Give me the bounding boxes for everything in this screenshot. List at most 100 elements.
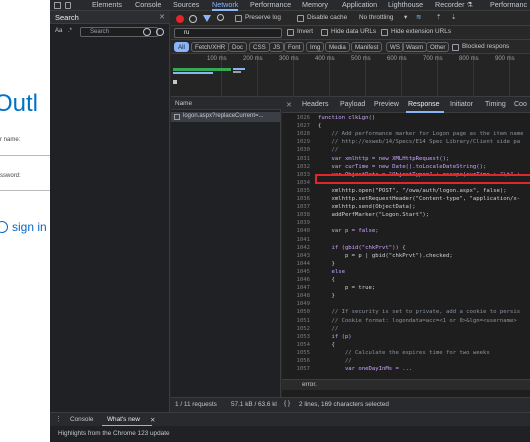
device-toolbar-icon[interactable]	[65, 2, 71, 9]
type-all[interactable]: All	[174, 42, 189, 52]
drawer-tabbar: ⋮ Console What's new ✕	[50, 412, 530, 427]
blocked-responses-label: Blocked respons	[462, 43, 510, 50]
line-number: 1033	[296, 171, 310, 178]
web-page: Outl r name: ssword: sign in	[0, 0, 50, 442]
code-line: //	[318, 325, 339, 332]
upload-icon[interactable]: ⇡	[436, 13, 441, 21]
filter-icon[interactable]	[203, 15, 211, 22]
hide-data-urls-checkbox[interactable]	[321, 29, 328, 36]
type-font[interactable]: Font	[284, 42, 305, 52]
blocked-responses-checkbox[interactable]	[452, 44, 459, 51]
throttling-select[interactable]: No throttling	[359, 14, 393, 21]
braces-icon[interactable]: { }	[284, 400, 290, 407]
tab-timing[interactable]: Timing	[485, 101, 506, 108]
clear-log-icon[interactable]	[189, 15, 197, 23]
close-icon[interactable]: ✕	[159, 13, 165, 21]
preserve-log-checkbox[interactable]	[235, 15, 242, 22]
search-header: Search ✕	[50, 11, 170, 24]
type-other[interactable]: Other	[426, 42, 450, 52]
tab-performance-insights[interactable]: Performanc	[490, 0, 527, 11]
signin-label: sign in	[12, 220, 47, 234]
timeline-bar	[233, 68, 245, 70]
filter-input[interactable]: ru	[174, 28, 282, 38]
type-media[interactable]: Media	[325, 42, 350, 52]
type-doc[interactable]: Doc	[228, 42, 248, 52]
type-img[interactable]: Img	[306, 42, 325, 52]
tab-elements[interactable]: Elements	[92, 0, 122, 11]
tab-payload[interactable]: Payload	[340, 101, 365, 108]
tab-recorder[interactable]: Recorder ⚗	[435, 0, 473, 11]
line-number: 1054	[296, 341, 310, 348]
code-line: p = p | gbid("chkPrvt").checked;	[318, 252, 453, 259]
tab-lighthouse[interactable]: Lighthouse	[388, 0, 423, 11]
code-line: }	[318, 260, 335, 267]
tab-response[interactable]: Response	[408, 101, 440, 108]
code-line: //	[318, 358, 352, 364]
tab-headers[interactable]: Headers	[302, 101, 328, 108]
close-detail-icon[interactable]: ✕	[286, 101, 292, 109]
username-field[interactable]	[0, 155, 50, 156]
search-pane: Search ✕ Aa .* Search	[50, 11, 170, 412]
match-case-toggle[interactable]: Aa	[55, 28, 62, 34]
password-field[interactable]	[0, 190, 50, 191]
code-line: // Cookie format: logondata=acc=<1 or 0>…	[318, 317, 517, 324]
network-toolbar: Preserve log Disable cache No throttling…	[171, 11, 530, 26]
chevron-down-icon[interactable]: ▾	[404, 13, 407, 21]
code-line: }	[318, 293, 335, 300]
line-number: 1035	[296, 187, 310, 194]
line-number: 1050	[296, 309, 310, 316]
signin-button[interactable]: sign in	[0, 220, 47, 234]
type-js[interactable]: JS	[269, 42, 285, 52]
tab-network[interactable]: Network	[212, 0, 239, 11]
tab-cookies[interactable]: Coo	[514, 101, 527, 108]
inspect-icon[interactable]	[54, 2, 61, 9]
request-row[interactable]: logon.aspx?replaceCurrent=...	[171, 112, 281, 122]
code-search-bar: error.	[282, 379, 530, 390]
tab-preview[interactable]: Preview	[374, 101, 399, 108]
search-icon[interactable]	[217, 14, 224, 21]
drawer-tab-whats-new[interactable]: What's new	[107, 416, 140, 423]
type-manifest[interactable]: Manifest	[351, 42, 383, 52]
code-line: xmlhttp.send(ObjectData);	[318, 204, 416, 211]
regex-toggle[interactable]: .*	[68, 28, 72, 34]
line-number: 1029	[296, 139, 310, 146]
type-fetch-xhr[interactable]: Fetch/XHR	[191, 42, 230, 52]
download-icon[interactable]: ⇣	[451, 13, 456, 21]
type-css[interactable]: CSS	[249, 42, 270, 52]
code-line: var p = false;	[318, 228, 379, 235]
wifi-icon[interactable]: ≋	[416, 13, 421, 21]
disable-cache-checkbox[interactable]	[297, 15, 304, 22]
clear-icon[interactable]	[156, 28, 164, 36]
timeline-overview[interactable]: 100 ms 200 ms 300 ms 400 ms 500 ms 600 m…	[171, 54, 530, 97]
line-number: 1031	[296, 155, 310, 162]
tab-console[interactable]: Console	[135, 0, 161, 11]
highlight-box	[315, 174, 530, 184]
response-code[interactable]: 1026 function clkLgn() 1027 {1028 // Add pe…	[282, 113, 530, 379]
tab-memory[interactable]: Memory	[302, 0, 328, 11]
column-name[interactable]: Name	[175, 100, 192, 107]
drawer-menu-icon[interactable]: ⋮	[55, 415, 62, 423]
drawer-tab-console[interactable]: Console	[70, 416, 93, 423]
disable-cache-label: Disable cache	[307, 14, 348, 21]
code-search-value[interactable]: error.	[302, 381, 317, 388]
line-number: 1053	[296, 333, 310, 340]
line-number: 1030	[296, 147, 310, 154]
line-number: 1056	[296, 358, 310, 364]
close-tab-icon[interactable]: ✕	[150, 416, 155, 424]
tab-performance[interactable]: Performance	[250, 0, 291, 11]
timeline-bar	[173, 72, 213, 74]
record-icon[interactable]	[176, 15, 184, 23]
code-line: if (p)	[318, 333, 352, 340]
request-list: Name logon.aspx?replaceCurrent=...	[171, 97, 281, 397]
code-line: var oneDayInMs = ...	[318, 366, 413, 373]
code-line: else	[318, 268, 345, 275]
code-line: {	[318, 123, 322, 130]
search-title: Search	[55, 13, 79, 22]
tab-sources[interactable]: Sources	[173, 0, 199, 11]
type-wasm[interactable]: Wasm	[402, 42, 428, 52]
invert-checkbox[interactable]	[287, 29, 294, 36]
hide-extension-urls-checkbox[interactable]	[381, 29, 388, 36]
refresh-icon[interactable]	[143, 28, 151, 36]
tab-application[interactable]: Application	[342, 0, 377, 11]
tab-initiator[interactable]: Initiator	[450, 101, 473, 108]
